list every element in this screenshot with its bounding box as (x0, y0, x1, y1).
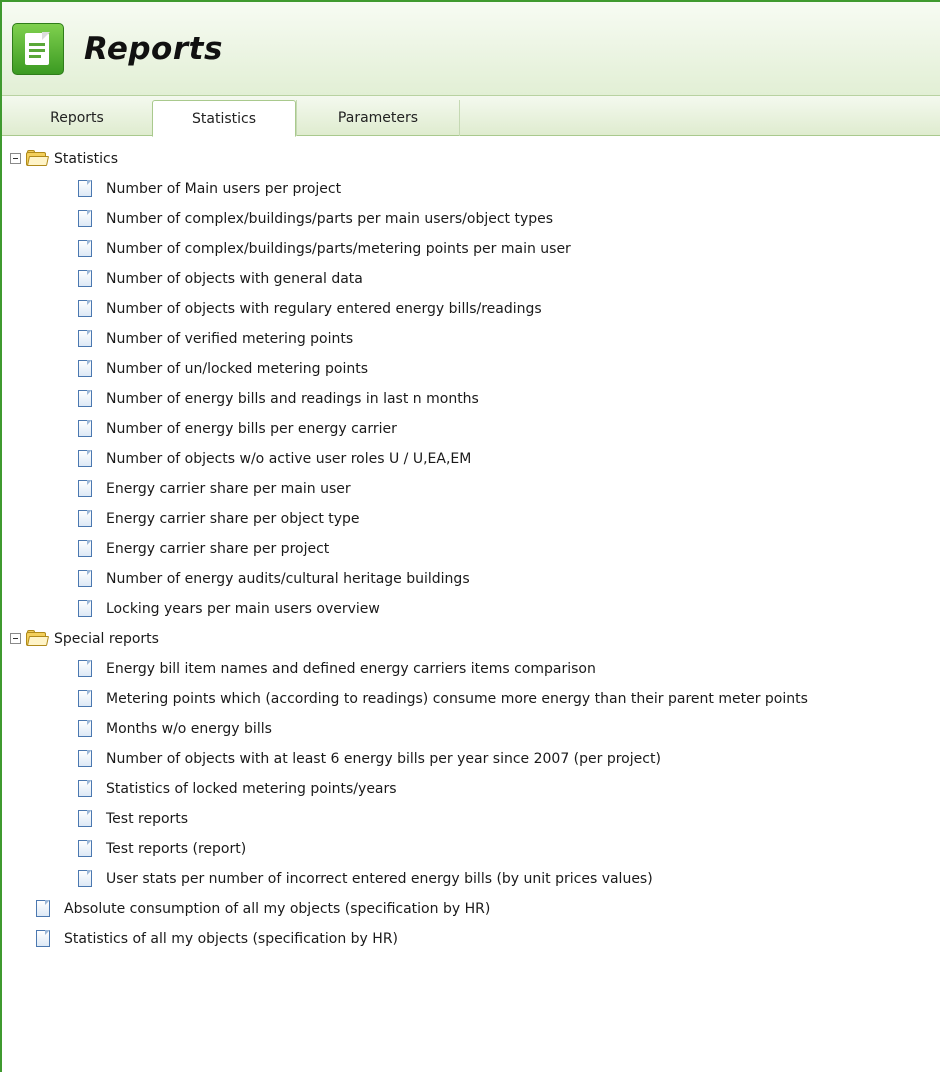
tree-item[interactable]: Number of complex/buildings/parts per ma… (2, 204, 940, 234)
report-link[interactable]: Energy bill item names and defined energ… (106, 654, 596, 684)
document-icon (78, 330, 92, 347)
tree-item[interactable]: Energy bill item names and defined energ… (2, 654, 940, 684)
report-link[interactable]: Number of verified metering points (106, 324, 353, 354)
report-link[interactable]: Number of objects with general data (106, 264, 363, 294)
tree-item[interactable]: Number of objects with regulary entered … (2, 294, 940, 324)
folder-special-reports[interactable]: Special reports (2, 624, 940, 654)
report-link[interactable]: Absolute consumption of all my objects (… (64, 894, 490, 924)
report-tree: Statistics Number of Main users per proj… (2, 136, 940, 954)
reports-window: Reports Reports Statistics Parameters St… (0, 0, 940, 1072)
tab-statistics[interactable]: Statistics (152, 100, 296, 137)
tree-item[interactable]: Energy carrier share per main user (2, 474, 940, 504)
report-link[interactable]: Number of objects with regulary entered … (106, 294, 542, 324)
document-icon (78, 600, 92, 617)
page-title: Reports (84, 30, 223, 67)
tree-item[interactable]: Number of objects with general data (2, 264, 940, 294)
tree-item[interactable]: Absolute consumption of all my objects (… (2, 894, 940, 924)
document-icon (78, 660, 92, 677)
tab-reports[interactable]: Reports (2, 100, 152, 136)
report-link[interactable]: Energy carrier share per project (106, 534, 329, 564)
document-icon (78, 720, 92, 737)
document-icon (78, 870, 92, 887)
document-icon (78, 540, 92, 557)
document-icon (78, 210, 92, 227)
report-link[interactable]: Number of energy bills per energy carrie… (106, 414, 397, 444)
folder-icon (26, 630, 50, 646)
report-link[interactable]: Statistics of locked metering points/yea… (106, 774, 397, 804)
document-icon (78, 810, 92, 827)
tab-parameters[interactable]: Parameters (296, 100, 460, 136)
tree-item[interactable]: Statistics of all my objects (specificat… (2, 924, 940, 954)
report-link[interactable]: Statistics of all my objects (specificat… (64, 924, 398, 954)
tree-item[interactable]: User stats per number of incorrect enter… (2, 864, 940, 894)
report-link[interactable]: Number of Main users per project (106, 174, 341, 204)
tree-item[interactable]: Energy carrier share per object type (2, 504, 940, 534)
tree-item[interactable]: Number of energy bills and readings in l… (2, 384, 940, 414)
document-icon (78, 750, 92, 767)
tree-item[interactable]: Metering points which (according to read… (2, 684, 940, 714)
document-icon (78, 360, 92, 377)
collapse-icon[interactable] (10, 633, 21, 644)
tree-item[interactable]: Statistics of locked metering points/yea… (2, 774, 940, 804)
tree-item[interactable]: Number of objects w/o active user roles … (2, 444, 940, 474)
report-link[interactable]: Locking years per main users overview (106, 594, 380, 624)
report-link[interactable]: Number of complex/buildings/parts/meteri… (106, 234, 571, 264)
document-icon (78, 480, 92, 497)
report-link[interactable]: Energy carrier share per main user (106, 474, 351, 504)
tree-item[interactable]: Number of energy bills per energy carrie… (2, 414, 940, 444)
report-link[interactable]: Months w/o energy bills (106, 714, 272, 744)
report-link[interactable]: Metering points which (according to read… (106, 684, 808, 714)
report-link[interactable]: Number of energy audits/cultural heritag… (106, 564, 470, 594)
folder-statistics[interactable]: Statistics (2, 144, 940, 174)
report-link[interactable]: User stats per number of incorrect enter… (106, 864, 653, 894)
tree-item[interactable]: Test reports (report) (2, 834, 940, 864)
collapse-icon[interactable] (10, 153, 21, 164)
document-icon (78, 240, 92, 257)
report-link[interactable]: Number of objects w/o active user roles … (106, 444, 471, 474)
document-icon (78, 420, 92, 437)
document-icon (78, 300, 92, 317)
document-icon (36, 900, 50, 917)
tree-item[interactable]: Number of objects with at least 6 energy… (2, 744, 940, 774)
folder-icon (26, 150, 50, 166)
reports-app-icon (12, 22, 64, 75)
report-link[interactable]: Number of un/locked metering points (106, 354, 368, 384)
document-icon (78, 840, 92, 857)
tree-item[interactable]: Test reports (2, 804, 940, 834)
document-icon (36, 930, 50, 947)
tree-item[interactable]: Number of un/locked metering points (2, 354, 940, 384)
document-icon (78, 690, 92, 707)
document-icon (78, 450, 92, 467)
report-paper-icon (25, 31, 50, 65)
report-link[interactable]: Number of objects with at least 6 energy… (106, 744, 661, 774)
tree-item[interactable]: Number of Main users per project (2, 174, 940, 204)
report-link[interactable]: Number of complex/buildings/parts per ma… (106, 204, 553, 234)
tree-item[interactable]: Energy carrier share per project (2, 534, 940, 564)
document-icon (78, 270, 92, 287)
report-link[interactable]: Test reports (report) (106, 834, 246, 864)
report-link[interactable]: Energy carrier share per object type (106, 504, 360, 534)
tree-item[interactable]: Number of energy audits/cultural heritag… (2, 564, 940, 594)
report-link[interactable]: Number of energy bills and readings in l… (106, 384, 479, 414)
tree-item[interactable]: Number of complex/buildings/parts/meteri… (2, 234, 940, 264)
tree-item[interactable]: Number of verified metering points (2, 324, 940, 354)
header: Reports (2, 2, 940, 96)
document-icon (78, 570, 92, 587)
document-icon (78, 180, 92, 197)
folder-label: Special reports (54, 631, 159, 647)
document-icon (78, 390, 92, 407)
tree-item[interactable]: Months w/o energy bills (2, 714, 940, 744)
folder-label: Statistics (54, 151, 118, 167)
report-link[interactable]: Test reports (106, 804, 188, 834)
tree-item[interactable]: Locking years per main users overview (2, 594, 940, 624)
tab-bar: Reports Statistics Parameters (2, 96, 940, 137)
document-icon (78, 780, 92, 797)
document-icon (78, 510, 92, 527)
